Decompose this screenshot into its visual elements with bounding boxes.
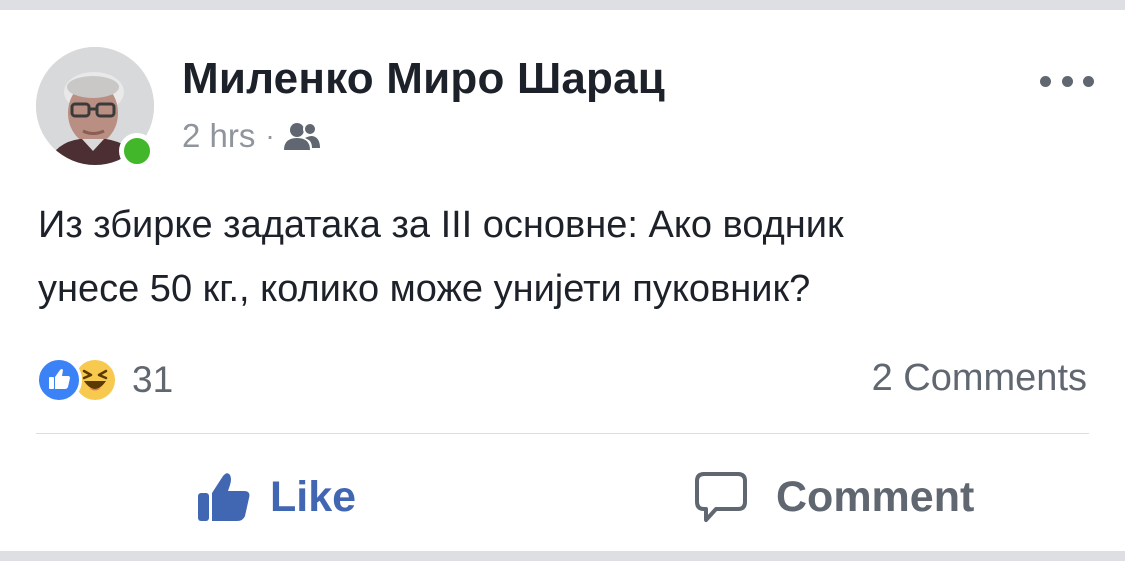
actions-divider [36, 433, 1089, 434]
thumbs-up-icon [198, 473, 250, 521]
more-options-button[interactable] [1040, 70, 1094, 92]
speech-bubble-icon [695, 472, 747, 522]
reactions-summary[interactable]: 31 [36, 353, 173, 407]
more-dot [1040, 75, 1051, 87]
more-dot [1061, 75, 1073, 87]
post-message-line: Из збирке задатака за III основне: Ако в… [38, 204, 844, 246]
post-message-line: унесе 50 кг., колико може унијети пуковн… [38, 268, 811, 310]
like-label: Like [270, 472, 357, 521]
friends-icon[interactable] [283, 121, 321, 151]
meta-separator: · [265, 120, 275, 151]
comments-count-link[interactable]: 2 Comments [872, 357, 1087, 400]
post-card: Миленко Миро Шарац 2 hrs · Из збирке зад… [0, 10, 1125, 551]
reaction-count: 31 [132, 359, 174, 400]
more-dot [1083, 75, 1094, 87]
post-timestamp[interactable]: 2 hrs [182, 117, 255, 155]
comment-label: Comment [776, 472, 975, 521]
like-button[interactable]: Like [196, 465, 356, 529]
author-name[interactable]: Миленко Миро Шарац [182, 54, 665, 104]
comment-button[interactable]: Comment [694, 465, 974, 529]
post-meta: 2 hrs · [182, 116, 321, 156]
post-message: Из збирке задатака за III основне: Ако в… [38, 193, 1098, 321]
online-status-indicator [119, 133, 155, 169]
like-reaction-icon [36, 357, 82, 403]
